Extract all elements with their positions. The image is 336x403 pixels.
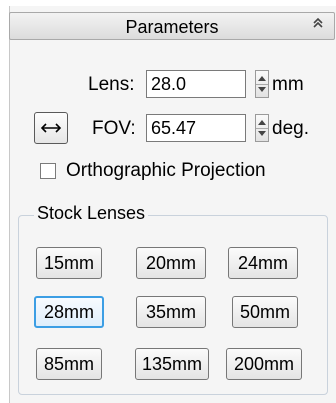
spinner-down-icon[interactable] <box>258 87 266 92</box>
lens-button-135mm[interactable]: 135mm <box>135 348 209 380</box>
collapse-icon[interactable] <box>308 16 328 36</box>
lens-button-50mm[interactable]: 50mm <box>232 296 298 328</box>
lens-button-15mm[interactable]: 15mm <box>36 247 102 279</box>
orthographic-label[interactable]: Orthographic Projection <box>66 160 266 182</box>
lens-button-35mm[interactable]: 35mm <box>136 296 206 328</box>
lens-button-28mm[interactable]: 28mm <box>34 296 104 328</box>
lens-label: Lens: <box>88 74 135 95</box>
spinner-up-icon[interactable] <box>258 120 266 125</box>
fov-input[interactable]: 65.47 <box>146 114 246 142</box>
lens-unit: mm <box>272 74 304 95</box>
lens-button-24mm[interactable]: 24mm <box>228 247 298 279</box>
fov-spinner[interactable] <box>255 114 269 142</box>
lens-input[interactable]: 28.0 <box>146 70 246 98</box>
fov-unit: deg. <box>272 118 309 139</box>
spinner-up-icon[interactable] <box>258 76 266 81</box>
fov-label: FOV: <box>92 118 136 139</box>
stock-lenses-title: Stock Lenses <box>34 203 149 224</box>
panel-title: Parameters <box>125 17 219 37</box>
fov-direction-button[interactable] <box>34 112 68 144</box>
orthographic-checkbox[interactable] <box>40 163 56 179</box>
lens-button-20mm[interactable]: 20mm <box>136 247 206 279</box>
lens-button-200mm[interactable]: 200mm <box>226 348 302 380</box>
lens-spinner[interactable] <box>255 70 269 98</box>
lens-button-85mm[interactable]: 85mm <box>36 348 102 380</box>
parameters-rollout-header[interactable]: Parameters <box>9 12 335 40</box>
spinner-down-icon[interactable] <box>258 131 266 136</box>
